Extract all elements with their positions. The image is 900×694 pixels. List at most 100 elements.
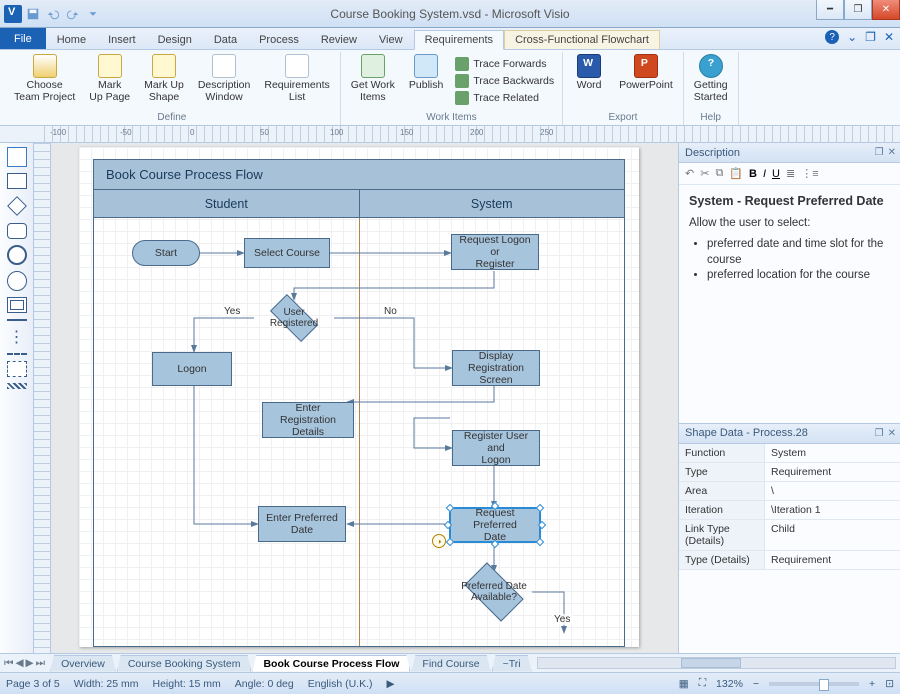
tab-process[interactable]: Process — [248, 30, 310, 49]
shape-line[interactable] — [7, 319, 27, 321]
tab-review[interactable]: Review — [310, 30, 368, 49]
numbered-list-icon[interactable]: ⋮≡ — [801, 167, 818, 180]
shape-data-row[interactable]: Link Type (Details)Child — [679, 520, 900, 551]
drawing-page[interactable]: Book Course Process Flow Student System — [79, 147, 639, 647]
mark-up-shape-button[interactable]: Mark Up Shape — [140, 52, 188, 105]
tab-requirements[interactable]: Requirements — [414, 30, 504, 50]
sheet-next-icon[interactable]: ▶ — [26, 657, 34, 670]
panel-close-icon[interactable]: ✕ — [888, 428, 896, 439]
macro-icon[interactable]: ▶ — [387, 678, 395, 690]
shape-data-value[interactable]: \ — [765, 482, 900, 500]
mark-up-page-button[interactable]: Mark Up Page — [85, 52, 134, 105]
zoom-fit-icon[interactable]: ⊡ — [885, 678, 894, 690]
node-select-course[interactable]: Select Course — [244, 238, 330, 268]
sheet-book-course[interactable]: Book Course Process Flow — [252, 655, 410, 672]
smart-tag-icon[interactable]: ◑ — [432, 534, 446, 548]
shape-data-value[interactable]: Child — [765, 520, 900, 550]
sheet-last-icon[interactable]: ⏭ — [36, 657, 45, 670]
node-request-preferred-selected[interactable]: Request Preferred Date — [450, 508, 540, 542]
undo-icon[interactable]: ↶ — [685, 167, 694, 180]
getting-started-button[interactable]: ?Getting Started — [690, 52, 732, 105]
help-icon[interactable]: ? — [825, 30, 839, 44]
tab-cross-functional[interactable]: Cross-Functional Flowchart — [504, 30, 660, 49]
status-language[interactable]: English (U.K.) — [308, 678, 373, 690]
shape-diamond[interactable] — [7, 196, 27, 216]
shape-more-icon[interactable]: ⋮ — [9, 327, 25, 347]
export-word-button[interactable]: WWord — [569, 52, 609, 94]
minimize-ribbon-icon[interactable]: ⌄ — [847, 30, 857, 44]
shape-data-value[interactable]: \Iteration 1 — [765, 501, 900, 519]
node-enter-preferred[interactable]: Enter Preferred Date — [258, 506, 346, 542]
italic-button[interactable]: I — [763, 168, 766, 180]
tab-view[interactable]: View — [368, 30, 414, 49]
view-normal-icon[interactable]: ▦ — [679, 678, 689, 690]
horizontal-scrollbar[interactable] — [537, 657, 896, 669]
redo-icon[interactable] — [66, 7, 80, 21]
node-display-registration[interactable]: Display Registration Screen — [452, 350, 540, 386]
list-icon[interactable]: ≣ — [786, 167, 795, 180]
undo-icon[interactable] — [46, 7, 60, 21]
sheet-find-course[interactable]: Find Course — [411, 655, 490, 672]
shape-data-value[interactable]: Requirement — [765, 463, 900, 481]
shapes-toggle-icon[interactable] — [7, 147, 27, 167]
close-button[interactable]: ✕ — [872, 0, 900, 20]
shape-data-value[interactable]: Requirement — [765, 551, 900, 569]
node-register-user[interactable]: Register User and Logon — [452, 430, 540, 466]
selection-handle[interactable] — [536, 538, 544, 546]
tab-home[interactable]: Home — [46, 30, 97, 49]
shape-separator[interactable] — [7, 383, 27, 389]
choose-team-project-button[interactable]: Choose Team Project — [10, 52, 79, 105]
shape-data-value[interactable]: System — [765, 444, 900, 462]
tab-file[interactable]: File — [0, 28, 46, 49]
node-enter-registration[interactable]: Enter Registration Details — [262, 402, 354, 438]
shape-data-row[interactable]: Type (Details)Requirement — [679, 551, 900, 570]
tab-insert[interactable]: Insert — [97, 30, 147, 49]
shape-data-row[interactable]: FunctionSystem — [679, 444, 900, 463]
shape-rounded[interactable] — [7, 223, 27, 239]
scrollbar-thumb[interactable] — [681, 658, 741, 668]
node-logon[interactable]: Logon — [152, 352, 232, 386]
node-start[interactable]: Start — [132, 240, 200, 266]
node-request-logon[interactable]: Request Logon or Register — [451, 234, 539, 270]
sheet-overview[interactable]: Overview — [50, 655, 116, 672]
sheet-course-booking[interactable]: Course Booking System — [117, 655, 252, 672]
node-preferred-available[interactable]: Preferred Date Available? — [454, 570, 534, 614]
shape-circle-bold[interactable] — [7, 245, 27, 265]
tab-design[interactable]: Design — [147, 30, 203, 49]
copy-icon[interactable]: ⧉ — [715, 167, 723, 180]
shape-circle[interactable] — [7, 271, 27, 291]
maximize-button[interactable]: ❐ — [844, 0, 872, 20]
lane-header-system[interactable]: System — [360, 190, 625, 217]
paste-icon[interactable]: 📋 — [729, 167, 743, 180]
zoom-out-icon[interactable]: − — [753, 678, 759, 690]
sheet-prev-icon[interactable]: ◀ — [15, 657, 23, 670]
shape-data-row[interactable]: Area\ — [679, 482, 900, 501]
save-icon[interactable] — [26, 7, 40, 21]
get-work-items-button[interactable]: Get Work Items — [347, 52, 399, 105]
shape-rectangle[interactable] — [7, 173, 27, 189]
close-document-icon[interactable]: ✕ — [884, 30, 894, 44]
publish-button[interactable]: Publish — [405, 52, 447, 94]
bold-button[interactable]: B — [749, 168, 757, 180]
drawing-canvas[interactable]: Book Course Process Flow Student System — [51, 143, 678, 653]
shape-dashed-rect[interactable] — [7, 361, 27, 377]
lane-header-student[interactable]: Student — [94, 190, 360, 217]
tab-data[interactable]: Data — [203, 30, 248, 49]
export-powerpoint-button[interactable]: PPowerPoint — [615, 52, 677, 94]
node-user-registered[interactable]: User Registered — [258, 298, 330, 338]
requirements-list-button[interactable]: Requirements List — [260, 52, 333, 105]
view-fullscreen-icon[interactable]: ⛶ — [699, 677, 706, 690]
shape-dashed-line[interactable] — [7, 353, 27, 355]
trace-related-button[interactable]: Trace Related — [453, 90, 556, 106]
zoom-level[interactable]: 132% — [716, 678, 743, 690]
shape-data-row[interactable]: TypeRequirement — [679, 463, 900, 482]
zoom-slider[interactable] — [769, 682, 859, 686]
qat-more-icon[interactable] — [86, 7, 100, 21]
trace-backwards-button[interactable]: Trace Backwards — [453, 73, 556, 89]
cut-icon[interactable]: ✂ — [700, 167, 709, 180]
swimlane-title[interactable]: Book Course Process Flow — [94, 160, 624, 190]
panel-window-icon[interactable]: ❐ — [875, 428, 884, 439]
swimlane-container[interactable]: Book Course Process Flow Student System — [93, 159, 625, 647]
trace-forwards-button[interactable]: Trace Forwards — [453, 56, 556, 72]
shape-subprocess[interactable] — [7, 297, 27, 313]
